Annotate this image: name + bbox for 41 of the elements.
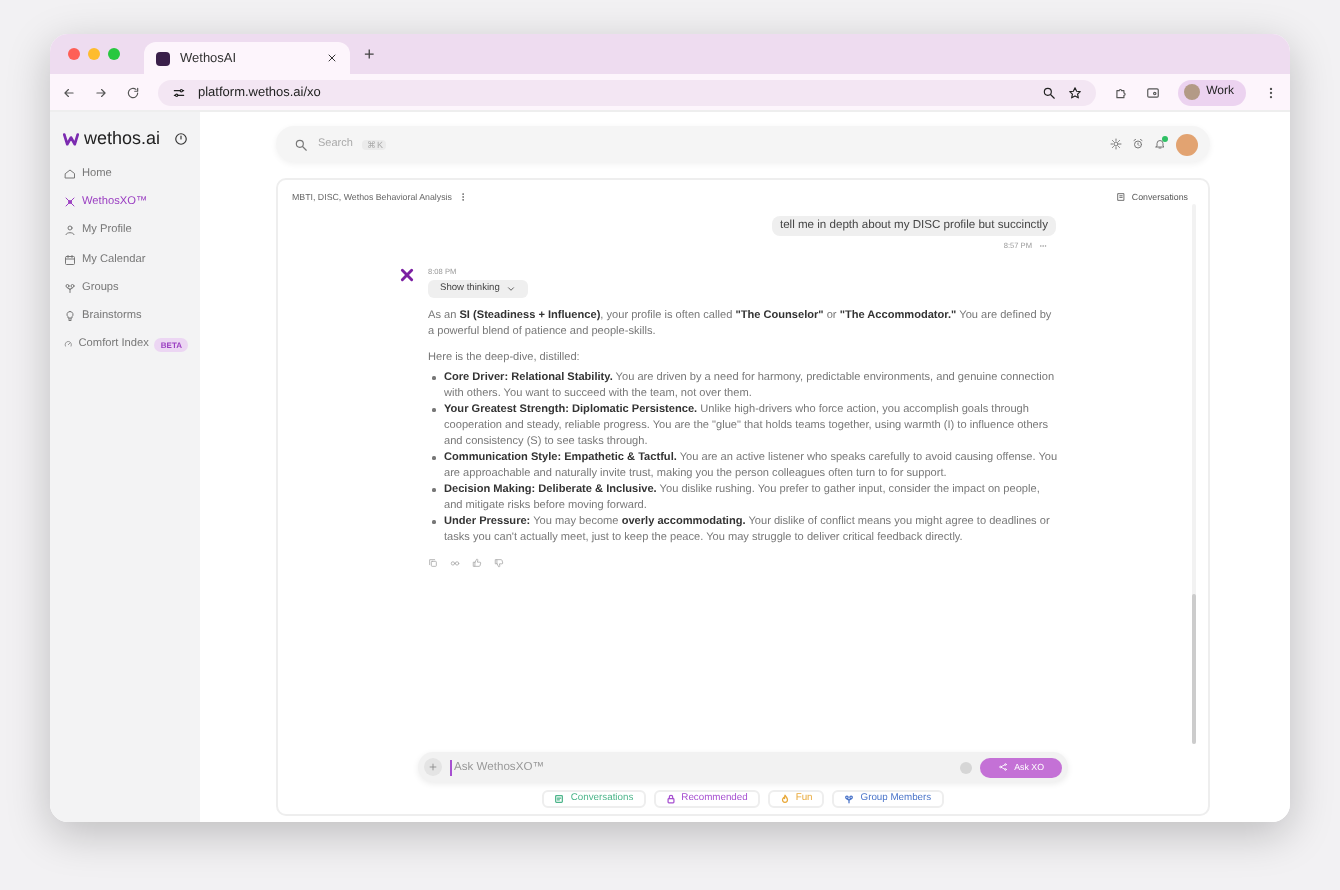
avatar	[1184, 84, 1201, 100]
close-icon[interactable]	[326, 52, 338, 64]
chevron-down-icon	[505, 284, 516, 294]
reload-icon[interactable]	[126, 85, 140, 99]
user-avatar[interactable]	[1176, 133, 1198, 155]
bell-icon[interactable]	[1154, 138, 1166, 150]
favicon-icon	[156, 51, 170, 65]
list-icon	[1115, 192, 1126, 202]
lightbulb-icon	[64, 310, 76, 323]
xo-logo-icon	[400, 268, 414, 282]
calendar-icon	[64, 253, 76, 266]
sun-icon[interactable]	[1110, 138, 1122, 150]
search-icon	[294, 137, 308, 151]
share-icon	[998, 762, 1009, 772]
logo-icon	[62, 129, 80, 147]
close-window-button[interactable]	[68, 48, 80, 60]
tab-search-icon[interactable]	[1146, 85, 1161, 99]
scrollbar[interactable]	[1192, 204, 1196, 744]
puzzle-icon[interactable]	[1114, 85, 1129, 99]
notification-dot	[1162, 136, 1168, 142]
more-icon[interactable]	[1264, 85, 1278, 99]
add-attachment-icon[interactable]	[424, 758, 442, 776]
copy-icon[interactable]	[428, 558, 438, 568]
maximize-window-button[interactable]	[108, 48, 120, 60]
logo-text: wethos.ai	[84, 128, 163, 148]
star-icon[interactable]	[1068, 85, 1083, 99]
back-icon[interactable]	[62, 85, 76, 99]
glasses-icon[interactable]	[450, 558, 460, 568]
thumbs-up-icon[interactable]	[472, 558, 482, 568]
home-icon	[64, 168, 76, 181]
sparkle-icon	[64, 196, 76, 209]
zoom-icon[interactable]	[1042, 85, 1057, 99]
person-icon	[64, 224, 76, 237]
forward-icon[interactable]	[94, 85, 108, 99]
gauge-icon	[64, 338, 73, 351]
thumbs-down-icon[interactable]	[494, 558, 504, 568]
site-settings-icon	[172, 85, 186, 99]
alarm-clock-icon[interactable]	[1132, 138, 1144, 150]
people-icon	[64, 281, 76, 294]
clock-icon[interactable]	[174, 131, 188, 145]
new-tab-button[interactable]: +	[364, 44, 375, 64]
